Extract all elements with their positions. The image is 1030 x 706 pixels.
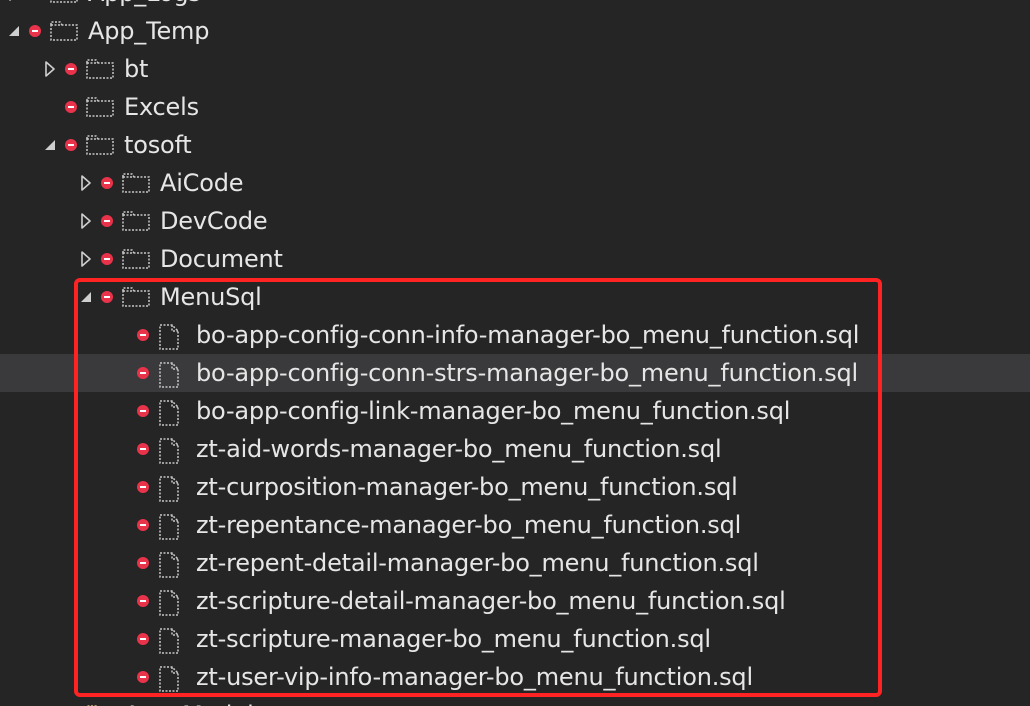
tree-item-label: zt-curposition-manager-bo_menu_function.… [196, 473, 738, 501]
folder-icon [85, 696, 115, 706]
folder-icon [121, 240, 151, 278]
tree-item-label: DevCode [160, 207, 268, 235]
excluded-status-icon [101, 177, 113, 189]
folder-icon [85, 126, 115, 164]
solution-explorer-tree: App_Logs App_Tempbt Excels tosoft AiCode DevC… [0, 0, 1030, 706]
caret-down-icon[interactable] [6, 12, 22, 50]
tree-item-label: bo-app-config-conn-info-manager-bo_menu_… [196, 321, 860, 349]
tree-file-row[interactable]: bo-app-config-conn-strs-manager-bo_menu_… [0, 354, 1030, 392]
file-icon [157, 316, 187, 354]
tree-folder-row[interactable]: bt [0, 50, 1030, 88]
file-icon [157, 430, 187, 468]
caret-down-icon[interactable] [78, 278, 94, 316]
excluded-status-icon [65, 101, 77, 113]
excluded-status-icon [101, 291, 113, 303]
chevron-right-icon[interactable] [78, 164, 94, 202]
chevron-right-icon[interactable] [78, 202, 94, 240]
tree-item-label: App_Temp [88, 17, 210, 45]
excluded-status-icon [137, 405, 149, 417]
tree-file-row[interactable]: bo-app-config-link-manager-bo_menu_funct… [0, 392, 1030, 430]
tree-item-label: bo-app-config-link-manager-bo_menu_funct… [196, 397, 791, 425]
chevron-right-icon[interactable] [78, 240, 94, 278]
tree-folder-row[interactable]: App_Logs [0, 0, 1030, 12]
excluded-status-icon [101, 215, 113, 227]
excluded-status-icon [29, 25, 41, 37]
folder-icon [85, 50, 115, 88]
file-icon [157, 544, 187, 582]
tree-item-label: bo-app-config-conn-strs-manager-bo_menu_… [196, 359, 859, 387]
tree-item-label: Document [160, 245, 283, 273]
tree-file-row[interactable]: zt-scripture-detail-manager-bo_menu_func… [0, 582, 1030, 620]
tree-file-row[interactable]: zt-repent-detail-manager-bo_menu_functio… [0, 544, 1030, 582]
folder-icon [49, 12, 79, 50]
folder-icon [121, 164, 151, 202]
tree-item-label: Excels [124, 93, 199, 121]
file-icon [157, 658, 187, 696]
excluded-status-icon [137, 519, 149, 531]
chevron-right-icon[interactable] [6, 0, 22, 12]
file-icon [157, 506, 187, 544]
excluded-status-icon [137, 633, 149, 645]
tree-file-row[interactable]: zt-user-vip-info-manager-bo_menu_functio… [0, 658, 1030, 696]
folder-icon [85, 88, 115, 126]
caret-down-icon[interactable] [42, 126, 58, 164]
tree-file-row[interactable]: zt-aid-words-manager-bo_menu_function.sq… [0, 430, 1030, 468]
tree-item-label: bt [124, 55, 149, 83]
tree-folder-row[interactable]: Document [0, 240, 1030, 278]
file-icon [157, 392, 187, 430]
tree-file-row[interactable]: zt-curposition-manager-bo_menu_function.… [0, 468, 1030, 506]
tree-folder-row[interactable]: tosoft [0, 126, 1030, 164]
tree-item-label: App_Modules [124, 700, 281, 706]
excluded-status-icon [137, 671, 149, 683]
file-icon [157, 620, 187, 658]
tree-folder-row[interactable]: App_Temp [0, 12, 1030, 50]
file-icon [157, 468, 187, 506]
excluded-status-icon [137, 481, 149, 493]
tree-item-label: zt-scripture-manager-bo_menu_function.sq… [196, 625, 711, 653]
tree-item-label: tosoft [124, 131, 192, 159]
excluded-status-icon [137, 329, 149, 341]
tree-folder-row[interactable]: DevCode [0, 202, 1030, 240]
tree-folder-row[interactable]: App_Modules [0, 696, 1030, 706]
chevron-right-icon[interactable] [42, 50, 58, 88]
tree-item-label: MenuSql [160, 283, 262, 311]
tree-item-label: zt-scripture-detail-manager-bo_menu_func… [196, 587, 786, 615]
excluded-status-icon [137, 557, 149, 569]
folder-icon [121, 278, 151, 316]
tree-item-label: AiCode [160, 169, 244, 197]
folder-icon [49, 0, 79, 12]
tree-item-label: zt-user-vip-info-manager-bo_menu_functio… [196, 663, 753, 691]
file-icon [157, 354, 187, 392]
tree-file-row[interactable]: zt-repentance-manager-bo_menu_function.s… [0, 506, 1030, 544]
tree-item-label: App_Logs [88, 0, 201, 8]
tree-item-label: zt-repentance-manager-bo_menu_function.s… [196, 511, 742, 539]
excluded-status-icon [65, 63, 77, 75]
folder-icon [121, 202, 151, 240]
tree-folder-row[interactable]: Excels [0, 88, 1030, 126]
excluded-status-icon [101, 253, 113, 265]
excluded-status-icon [65, 139, 77, 151]
tree-file-row[interactable]: zt-scripture-manager-bo_menu_function.sq… [0, 620, 1030, 658]
tree-folder-row[interactable]: MenuSql [0, 278, 1030, 316]
excluded-status-icon [137, 443, 149, 455]
tree-item-label: zt-aid-words-manager-bo_menu_function.sq… [196, 435, 722, 463]
excluded-status-icon [137, 595, 149, 607]
tree-file-row[interactable]: bo-app-config-conn-info-manager-bo_menu_… [0, 316, 1030, 354]
file-icon [157, 582, 187, 620]
tree-item-label: zt-repent-detail-manager-bo_menu_functio… [196, 549, 759, 577]
excluded-status-icon [137, 367, 149, 379]
tree-folder-row[interactable]: AiCode [0, 164, 1030, 202]
